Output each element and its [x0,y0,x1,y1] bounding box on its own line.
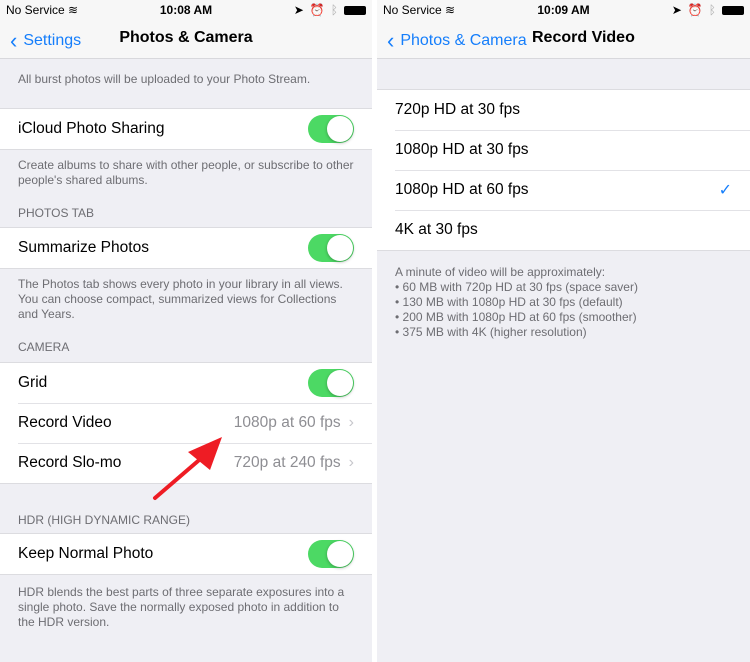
record-video-row[interactable]: Record Video 1080p at 60 fps › [0,403,372,443]
option-1080p-30[interactable]: 1080p HD at 30 fps [377,130,750,170]
grid-row: Grid [0,363,372,403]
hdr-footer: HDR blends the best parts of three separ… [18,585,345,629]
bluetooth-icon: ᛒ [330,3,338,17]
size-line: • 60 MB with 720p HD at 30 fps (space sa… [395,280,638,294]
photos-tab-header: PHOTOS TAB [18,206,95,220]
location-icon: ➤ [671,3,682,17]
alarm-icon: ⏰ [687,3,703,17]
icloud-photo-sharing-toggle[interactable] [308,115,354,143]
navigation-bar: ‹ Photos & Camera Record Video [377,20,750,59]
alarm-icon: ⏰ [309,3,325,17]
hdr-header: HDR (HIGH DYNAMIC RANGE) [18,513,191,527]
option-1080p-60[interactable]: 1080p HD at 60 fps ✓ [377,170,750,210]
keep-normal-photo-row: Keep Normal Photo [0,534,372,574]
record-video-value: 1080p at 60 fps [233,414,341,431]
chevron-right-icon: › [348,454,354,471]
summarize-photos-row: Summarize Photos [0,228,372,268]
photos-tab-footer: The Photos tab shows every photo in your… [18,277,343,321]
location-icon: ➤ [293,3,304,17]
navigation-bar: ‹ Settings Photos & Camera [0,20,372,59]
size-line: • 200 MB with 1080p HD at 60 fps (smooth… [395,310,637,324]
option-720p-30[interactable]: 720p HD at 30 fps [377,90,750,130]
page-title: Photos & Camera [119,29,253,46]
bluetooth-icon: ᛒ [708,3,716,17]
size-line: • 130 MB with 1080p HD at 30 fps (defaul… [395,295,623,309]
summarize-photos-toggle[interactable] [308,234,354,262]
status-bar: No Service ≋ 10:08 AM ➤ ⏰ ᛒ [0,0,372,20]
chevron-right-icon: › [348,414,354,431]
checkmark-icon: ✓ [718,182,732,199]
battery-icon [344,5,366,15]
chevron-left-icon: ‹ [387,28,395,53]
record-video-screen: No Service ≋ 10:09 AM ➤ ⏰ ᛒ ‹ Photos & C… [377,0,750,662]
battery-icon [722,5,744,15]
status-bar: No Service ≋ 10:09 AM ➤ ⏰ ᛒ [377,0,750,20]
page-title: Record Video [532,29,635,46]
icloud-footer: Create albums to share with other people… [18,158,354,187]
keep-normal-photo-toggle[interactable] [308,540,354,568]
icloud-photo-sharing-row: iCloud Photo Sharing [0,109,372,149]
back-button[interactable]: ‹ Photos & Camera [387,28,527,54]
camera-header: CAMERA [18,340,70,354]
option-4k-30[interactable]: 4K at 30 fps [377,210,750,250]
resolution-options: 720p HD at 30 fps 1080p HD at 30 fps 108… [377,89,750,251]
record-slomo-row[interactable]: Record Slo-mo 720p at 240 fps › [0,443,372,483]
burst-footer: All burst photos will be uploaded to you… [18,72,311,86]
grid-toggle[interactable] [308,369,354,397]
size-info-footer: A minute of video will be approximately:… [377,251,750,340]
record-slomo-value: 720p at 240 fps [233,454,341,471]
photos-camera-screen: No Service ≋ 10:08 AM ➤ ⏰ ᛒ ‹ Settings P… [0,0,372,662]
size-line: • 375 MB with 4K (higher resolution) [395,325,587,339]
